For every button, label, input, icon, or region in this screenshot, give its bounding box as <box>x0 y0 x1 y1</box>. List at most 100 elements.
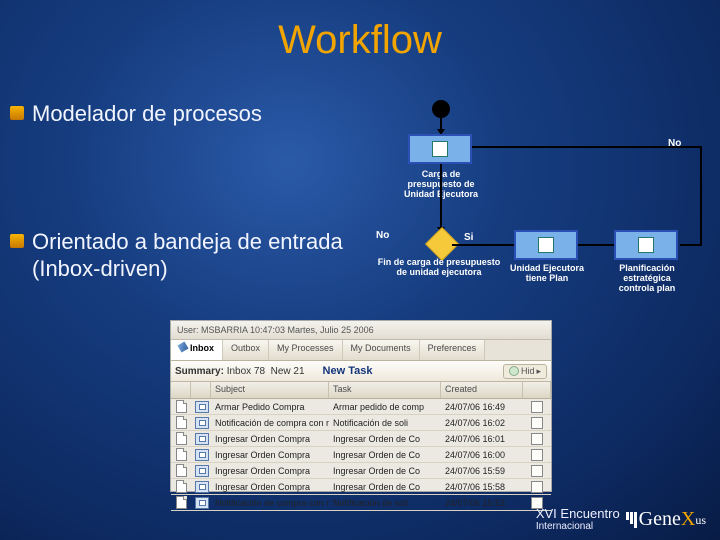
col-icon-2 <box>191 382 211 398</box>
decision-label-si: Si <box>464 232 473 243</box>
cell-subject: Notificación de compra con rec ordene <box>211 418 329 428</box>
decision-label-no: No <box>376 230 389 241</box>
workflow-icon <box>191 417 211 429</box>
cell-created: 24/07/06 15:58 <box>441 482 523 492</box>
cell-created: 24/07/06 16:01 <box>441 434 523 444</box>
cell-task: Ingresar Orden de Co <box>329 434 441 444</box>
col-icon-1 <box>171 382 191 398</box>
inbox-header-row: Subject Task Created <box>171 382 551 399</box>
tab-inbox[interactable]: Inbox <box>171 340 223 360</box>
workflow-icon <box>191 449 211 461</box>
circle-icon <box>509 366 519 376</box>
tab-mydocuments[interactable]: My Documents <box>343 340 420 360</box>
cell-created: 24/07/06 15:59 <box>441 466 523 476</box>
cell-check[interactable] <box>523 465 551 477</box>
brand-c: us <box>695 513 706 527</box>
task-label-2: Unidad Ejecutora tiene Plan <box>508 264 586 284</box>
workflow-icon <box>191 497 211 509</box>
task-box-1 <box>408 134 472 164</box>
genexus-logo: GeneXus <box>626 508 706 531</box>
inbox-rows: Armar Pedido CompraArmar pedido de comp2… <box>171 399 551 511</box>
cell-check[interactable] <box>523 481 551 493</box>
arrow-line <box>440 116 442 130</box>
task-icon <box>638 237 654 253</box>
table-row[interactable]: Ingresar Orden CompraIngresar Orden de C… <box>171 463 551 479</box>
task-box-2 <box>514 230 578 260</box>
col-subject[interactable]: Subject <box>211 382 329 398</box>
pencil-icon <box>178 342 189 353</box>
col-task[interactable]: Task <box>329 382 441 398</box>
cell-task: Ingresar Orden de Co <box>329 482 441 492</box>
task-box-3 <box>614 230 678 260</box>
workflow-icon <box>191 481 211 493</box>
cell-task: Ingresar Orden de Co <box>329 450 441 460</box>
cell-task: Armar pedido de comp <box>329 402 441 412</box>
workflow-icon <box>191 401 211 413</box>
hide-button[interactable]: Hid ▸ <box>503 364 547 379</box>
table-row[interactable]: Notificación de compra con rec ordeneNot… <box>171 415 551 431</box>
table-row[interactable]: Armar Pedido CompraArmar pedido de comp2… <box>171 399 551 415</box>
task-label-3: Planificación estratégica controla plan <box>606 264 688 294</box>
cell-subject: Ingresar Orden Compra <box>211 466 329 476</box>
bullet-row-2: Orientado a bandeja de entrada (Inbox-dr… <box>10 228 390 283</box>
cell-created: 24/07/06 16:00 <box>441 450 523 460</box>
inbox-window: User: MSBARRIA 10:47:03 Martes, Julio 25… <box>170 320 552 492</box>
tab-outbox[interactable]: Outbox <box>223 340 269 360</box>
inbox-topbar: User: MSBARRIA 10:47:03 Martes, Julio 25… <box>171 321 551 340</box>
cell-created: 24/07/06 15:53 <box>441 498 523 508</box>
page-icon <box>171 496 191 509</box>
workflow-icon <box>191 465 211 477</box>
bullet-text-1: Modelador de procesos <box>32 100 262 128</box>
cell-subject: Notificación de compra con rec ordene <box>211 498 329 508</box>
table-row[interactable]: Ingresar Orden CompraIngresar Orden de C… <box>171 447 551 463</box>
inbox-tabs: Inbox Outbox My Processes My Documents P… <box>171 340 551 361</box>
tab-label: Inbox <box>190 343 214 353</box>
arrow-line <box>440 164 442 228</box>
cell-task: Ingresar Orden de Co <box>329 466 441 476</box>
col-check <box>523 382 551 398</box>
bullet-icon <box>10 106 24 120</box>
decision-label-no-2: No <box>668 138 681 149</box>
arrow-line <box>680 244 700 246</box>
workflow-icon <box>191 433 211 445</box>
process-diagram: Carga de presupuesto de Unidad Ejecutora… <box>380 100 710 305</box>
summary-row: Summary: Inbox 78 New 21 New Task Hid ▸ <box>171 361 551 382</box>
summary-label: Summary: <box>175 366 224 377</box>
bullet-text-2: Orientado a bandeja de entrada (Inbox-dr… <box>32 228 390 283</box>
brand-b: X <box>681 508 695 530</box>
genexus-wordmark: GeneXus <box>639 508 706 531</box>
tab-myprocesses[interactable]: My Processes <box>269 340 343 360</box>
arrow-line <box>472 146 700 148</box>
cell-task: Notificación de soli <box>329 418 441 428</box>
footer-logo: XVI Encuentro Internacional GeneXus <box>536 507 706 532</box>
col-created[interactable]: Created <box>441 382 523 398</box>
task-icon <box>538 237 554 253</box>
encuentro-line1: XVI Encuentro <box>536 506 620 521</box>
arrow-line <box>700 146 702 246</box>
slide-title: Workflow <box>0 18 720 63</box>
cell-created: 24/07/06 16:49 <box>441 402 523 412</box>
cell-subject: Ingresar Orden Compra <box>211 450 329 460</box>
cell-check[interactable] <box>523 449 551 461</box>
cell-created: 24/07/06 16:02 <box>441 418 523 428</box>
table-row[interactable]: Ingresar Orden CompraIngresar Orden de C… <box>171 431 551 447</box>
summary-text: Summary: Inbox 78 New 21 <box>175 366 305 377</box>
cell-subject: Ingresar Orden Compra <box>211 482 329 492</box>
cell-task: Notificación de soli <box>329 498 441 508</box>
cell-check[interactable] <box>523 417 551 429</box>
cell-check[interactable] <box>523 433 551 445</box>
page-icon <box>171 432 191 445</box>
brand-a: Gene <box>639 508 681 530</box>
cell-subject: Armar Pedido Compra <box>211 402 329 412</box>
tab-preferences[interactable]: Preferences <box>420 340 486 360</box>
table-row[interactable]: Ingresar Orden CompraIngresar Orden de C… <box>171 479 551 495</box>
hide-label: Hid <box>521 366 535 376</box>
page-icon <box>171 448 191 461</box>
page-icon <box>171 480 191 493</box>
arrow-line <box>578 244 614 246</box>
table-row[interactable]: Notificación de compra con rec ordeneNot… <box>171 495 551 511</box>
bars-icon <box>626 512 637 528</box>
bullet-icon <box>10 234 24 248</box>
cell-check[interactable] <box>523 401 551 413</box>
new-task-link[interactable]: New Task <box>323 365 373 377</box>
